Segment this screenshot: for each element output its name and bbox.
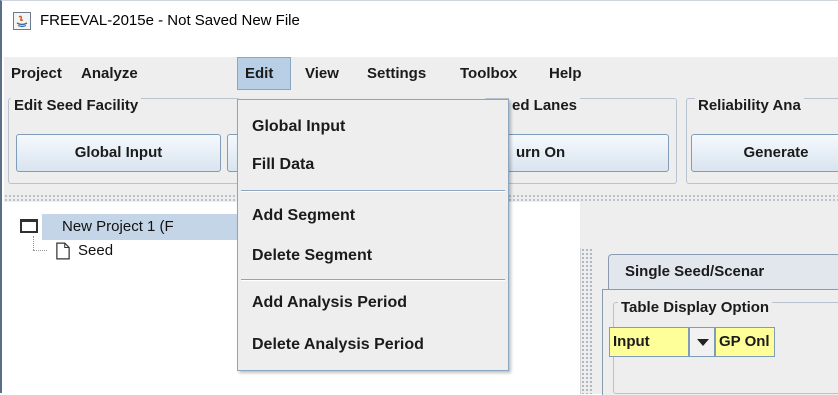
file-icon: [56, 242, 70, 260]
turn-on-button[interactable]: urn On: [485, 134, 669, 172]
reliability-analysis-title: Reliability Ana: [695, 97, 804, 114]
application-window: FREEVAL-2015e - Not Saved New File Proje…: [0, 0, 838, 395]
right-panel: Single Seed/Scenar Table Display Option …: [594, 202, 838, 395]
menu-item-delete-analysis-period[interactable]: Delete Analysis Period: [238, 326, 508, 364]
menu-item-add-analysis-period[interactable]: Add Analysis Period: [238, 284, 508, 322]
generate-button[interactable]: Generate: [691, 134, 838, 172]
java-app-icon: [13, 12, 31, 30]
menu-bar: Project Analyze Edit View Settings Toolb…: [4, 57, 838, 90]
tree-connector: [33, 236, 34, 250]
menu-item-global-input[interactable]: Global Input: [238, 108, 508, 146]
tree-connector: [33, 250, 47, 251]
tree-item-seed[interactable]: Seed: [78, 238, 113, 264]
splitter-top: [580, 202, 594, 248]
menu-separator: [241, 279, 505, 281]
project-label: New Project 1 (F: [62, 218, 174, 235]
menu-view[interactable]: View: [298, 57, 346, 90]
managed-lanes-title: ed Lanes: [509, 97, 581, 114]
menu-project[interactable]: Project: [4, 57, 69, 90]
table-display-options-group: Table Display Option Input GP Onl: [609, 299, 838, 394]
menu-help[interactable]: Help: [542, 57, 589, 90]
tree-item-project[interactable]: New Project 1 (F: [42, 214, 242, 240]
menu-item-fill-data[interactable]: Fill Data: [238, 146, 508, 184]
folder-icon: [20, 219, 38, 233]
menu-analyze[interactable]: Analyze: [74, 57, 145, 90]
managed-lanes-group: ed Lanes urn On: [484, 97, 677, 184]
table-display-options-title: Table Display Option: [618, 299, 773, 316]
tab-single-seed-scenario[interactable]: Single Seed/Scenar: [608, 254, 838, 290]
menu-settings[interactable]: Settings: [360, 57, 433, 90]
menu-toolbox[interactable]: Toolbox: [453, 57, 524, 90]
menu-item-delete-segment[interactable]: Delete Segment: [238, 237, 508, 275]
menu-item-add-segment[interactable]: Add Segment: [238, 197, 508, 235]
edit-seed-facility-title: Edit Seed Facility: [11, 97, 142, 114]
reliability-analysis-group: Reliability Ana Generate: [686, 97, 838, 184]
tab-content: Table Display Option Input GP Onl: [602, 289, 838, 395]
global-input-button[interactable]: Global Input: [16, 134, 221, 172]
split-pane-divider[interactable]: [580, 248, 595, 394]
window-title: FREEVAL-2015e - Not Saved New File: [40, 12, 300, 29]
menu-separator: [241, 190, 505, 192]
chevron-down-icon[interactable]: [689, 327, 715, 357]
display-type-select[interactable]: Input: [609, 327, 689, 357]
title-bar: FREEVAL-2015e - Not Saved New File: [4, 2, 838, 42]
edit-seed-facility-group: Edit Seed Facility Global Input: [8, 97, 247, 184]
edit-menu-dropdown: Global Input Fill Data Add Segment Delet…: [237, 99, 509, 371]
menu-edit[interactable]: Edit: [237, 57, 291, 90]
lane-type-select[interactable]: GP Onl: [715, 327, 775, 357]
